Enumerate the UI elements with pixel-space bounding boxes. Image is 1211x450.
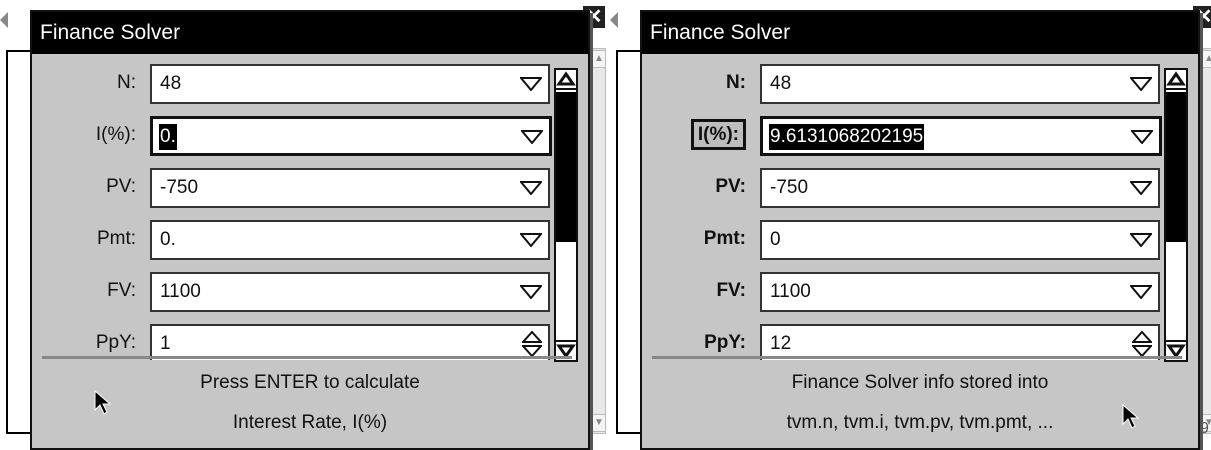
- dropdown-arrow-icon[interactable]: [520, 285, 542, 299]
- row-pv: PV: -750: [642, 168, 1198, 208]
- interest-value: 9.6131068202195: [769, 124, 925, 150]
- divider: [42, 356, 572, 359]
- background-document: [616, 50, 642, 434]
- field-list: N: 48 I(%): 0. PV: -750 Pmt: 0. FV: 1100…: [32, 64, 588, 360]
- finance-solver-panel-left: ▲▼ ✕ Finance Solver N: 48 I(%): 0. PV:: [0, 0, 606, 450]
- label-ppy: PpY:: [704, 332, 746, 353]
- left-arrow-icon[interactable]: [610, 12, 618, 28]
- background-document: [6, 50, 32, 434]
- finance-solver-dialog: Finance Solver N: 48 I(%): 0. PV: -750 P…: [30, 10, 590, 450]
- status-message-line1: Finance Solver info stored into: [791, 372, 1049, 393]
- pmt-field[interactable]: 0: [760, 220, 1160, 260]
- n-value: 48: [160, 73, 182, 94]
- finance-solver-panel-right: ▲ ▼ ✕ 9 Finance Solver N: 48 I(%): 9.6131…: [610, 0, 1211, 450]
- ppy-value: 1: [160, 333, 171, 354]
- row-interest: I(%): 9.6131068202195: [642, 116, 1198, 156]
- row-pv: PV: -750: [32, 168, 588, 208]
- mouse-pointer-icon: [94, 390, 112, 415]
- row-fv: FV: 1100: [32, 272, 588, 312]
- dropdown-arrow-icon[interactable]: [1131, 130, 1153, 144]
- label-pv: PV:: [715, 176, 746, 197]
- scroll-down-icon[interactable]: ▼: [592, 414, 606, 432]
- n-value: 48: [770, 73, 792, 94]
- scroll-up-icon[interactable]: [1166, 70, 1186, 90]
- status-message-line2: Interest Rate, I(%): [232, 412, 388, 433]
- row-pmt: Pmt: 0.: [32, 220, 588, 260]
- background-digit: 9: [1200, 420, 1209, 437]
- background-scrollbar[interactable]: ▲ ▼: [1200, 48, 1211, 434]
- row-n: N: 48: [32, 64, 588, 104]
- n-field[interactable]: 48: [150, 64, 550, 104]
- scroll-up-icon[interactable]: ▲: [592, 50, 606, 68]
- label-pv: PV:: [106, 176, 136, 197]
- fv-value: 1100: [160, 281, 201, 302]
- dropdown-arrow-icon[interactable]: [521, 130, 543, 144]
- pv-field[interactable]: -750: [760, 168, 1160, 208]
- scrollbar-thumb[interactable]: [1166, 92, 1186, 242]
- pmt-field[interactable]: 0.: [150, 220, 550, 260]
- dropdown-arrow-icon[interactable]: [520, 77, 542, 91]
- dropdown-arrow-icon[interactable]: [1130, 285, 1152, 299]
- status-message-line1: Press ENTER to calculate: [200, 372, 420, 393]
- spin-arrows-icon[interactable]: [522, 330, 542, 358]
- row-ppy: PpY: 1: [32, 324, 588, 360]
- label-ppy: PpY:: [95, 332, 136, 353]
- interest-value: 0.: [159, 124, 177, 150]
- label-fv: FV:: [107, 280, 136, 301]
- dropdown-arrow-icon[interactable]: [1130, 77, 1152, 91]
- label-interest: I(%):: [95, 124, 136, 145]
- background-scrollbar[interactable]: ▲ ▼: [590, 48, 606, 434]
- label-pmt: Pmt:: [96, 228, 136, 249]
- label-n: N:: [725, 72, 746, 93]
- label-n: N:: [117, 72, 136, 93]
- status-message-line2: tvm.n, tvm.i, tvm.pv, tvm.pmt, ...: [786, 412, 1054, 433]
- label-interest: I(%):: [642, 116, 746, 154]
- pmt-value: 0: [770, 229, 781, 250]
- scroll-up-icon[interactable]: [556, 70, 576, 90]
- mouse-pointer-icon: [1122, 404, 1140, 429]
- scrollbar-thumb[interactable]: [556, 92, 576, 242]
- fv-field[interactable]: 1100: [150, 272, 550, 312]
- row-interest: I(%): 0.: [32, 116, 588, 156]
- dropdown-arrow-icon[interactable]: [1130, 181, 1152, 195]
- pmt-value: 0.: [160, 229, 176, 250]
- dropdown-arrow-icon[interactable]: [1130, 233, 1152, 247]
- label-pmt: Pmt:: [703, 228, 746, 249]
- spin-arrows-icon[interactable]: [1132, 330, 1152, 358]
- dialog-title: Finance Solver: [32, 12, 588, 54]
- finance-solver-dialog: Finance Solver N: 48 I(%): 9.61310682021…: [640, 10, 1200, 450]
- dialog-title: Finance Solver: [642, 12, 1198, 54]
- row-n: N: 48: [642, 64, 1198, 104]
- row-pmt: Pmt: 0: [642, 220, 1198, 260]
- ppy-field[interactable]: 1: [150, 324, 550, 360]
- fv-value: 1100: [770, 281, 811, 302]
- n-field[interactable]: 48: [760, 64, 1160, 104]
- interest-field[interactable]: 9.6131068202195: [760, 116, 1162, 156]
- row-fv: FV: 1100: [642, 272, 1198, 312]
- dropdown-arrow-icon[interactable]: [520, 181, 542, 195]
- fv-field[interactable]: 1100: [760, 272, 1160, 312]
- row-ppy: PpY: 12: [642, 324, 1198, 360]
- dialog-scrollbar[interactable]: [554, 68, 578, 362]
- interest-field[interactable]: 0.: [150, 116, 552, 156]
- pv-value: -750: [160, 177, 199, 198]
- pv-value: -750: [770, 177, 809, 198]
- ppy-field[interactable]: 12: [760, 324, 1160, 360]
- pv-field[interactable]: -750: [150, 168, 550, 208]
- scroll-up-icon[interactable]: ▲: [1202, 50, 1211, 68]
- divider: [652, 356, 1182, 359]
- dialog-scrollbar[interactable]: [1164, 68, 1188, 362]
- left-arrow-icon[interactable]: [0, 12, 8, 28]
- dropdown-arrow-icon[interactable]: [520, 233, 542, 247]
- ppy-value: 12: [770, 333, 792, 354]
- label-interest-text: I(%):: [690, 119, 746, 150]
- label-fv: FV:: [716, 280, 746, 301]
- field-list: N: 48 I(%): 9.6131068202195 PV: -750 Pmt…: [642, 64, 1198, 360]
